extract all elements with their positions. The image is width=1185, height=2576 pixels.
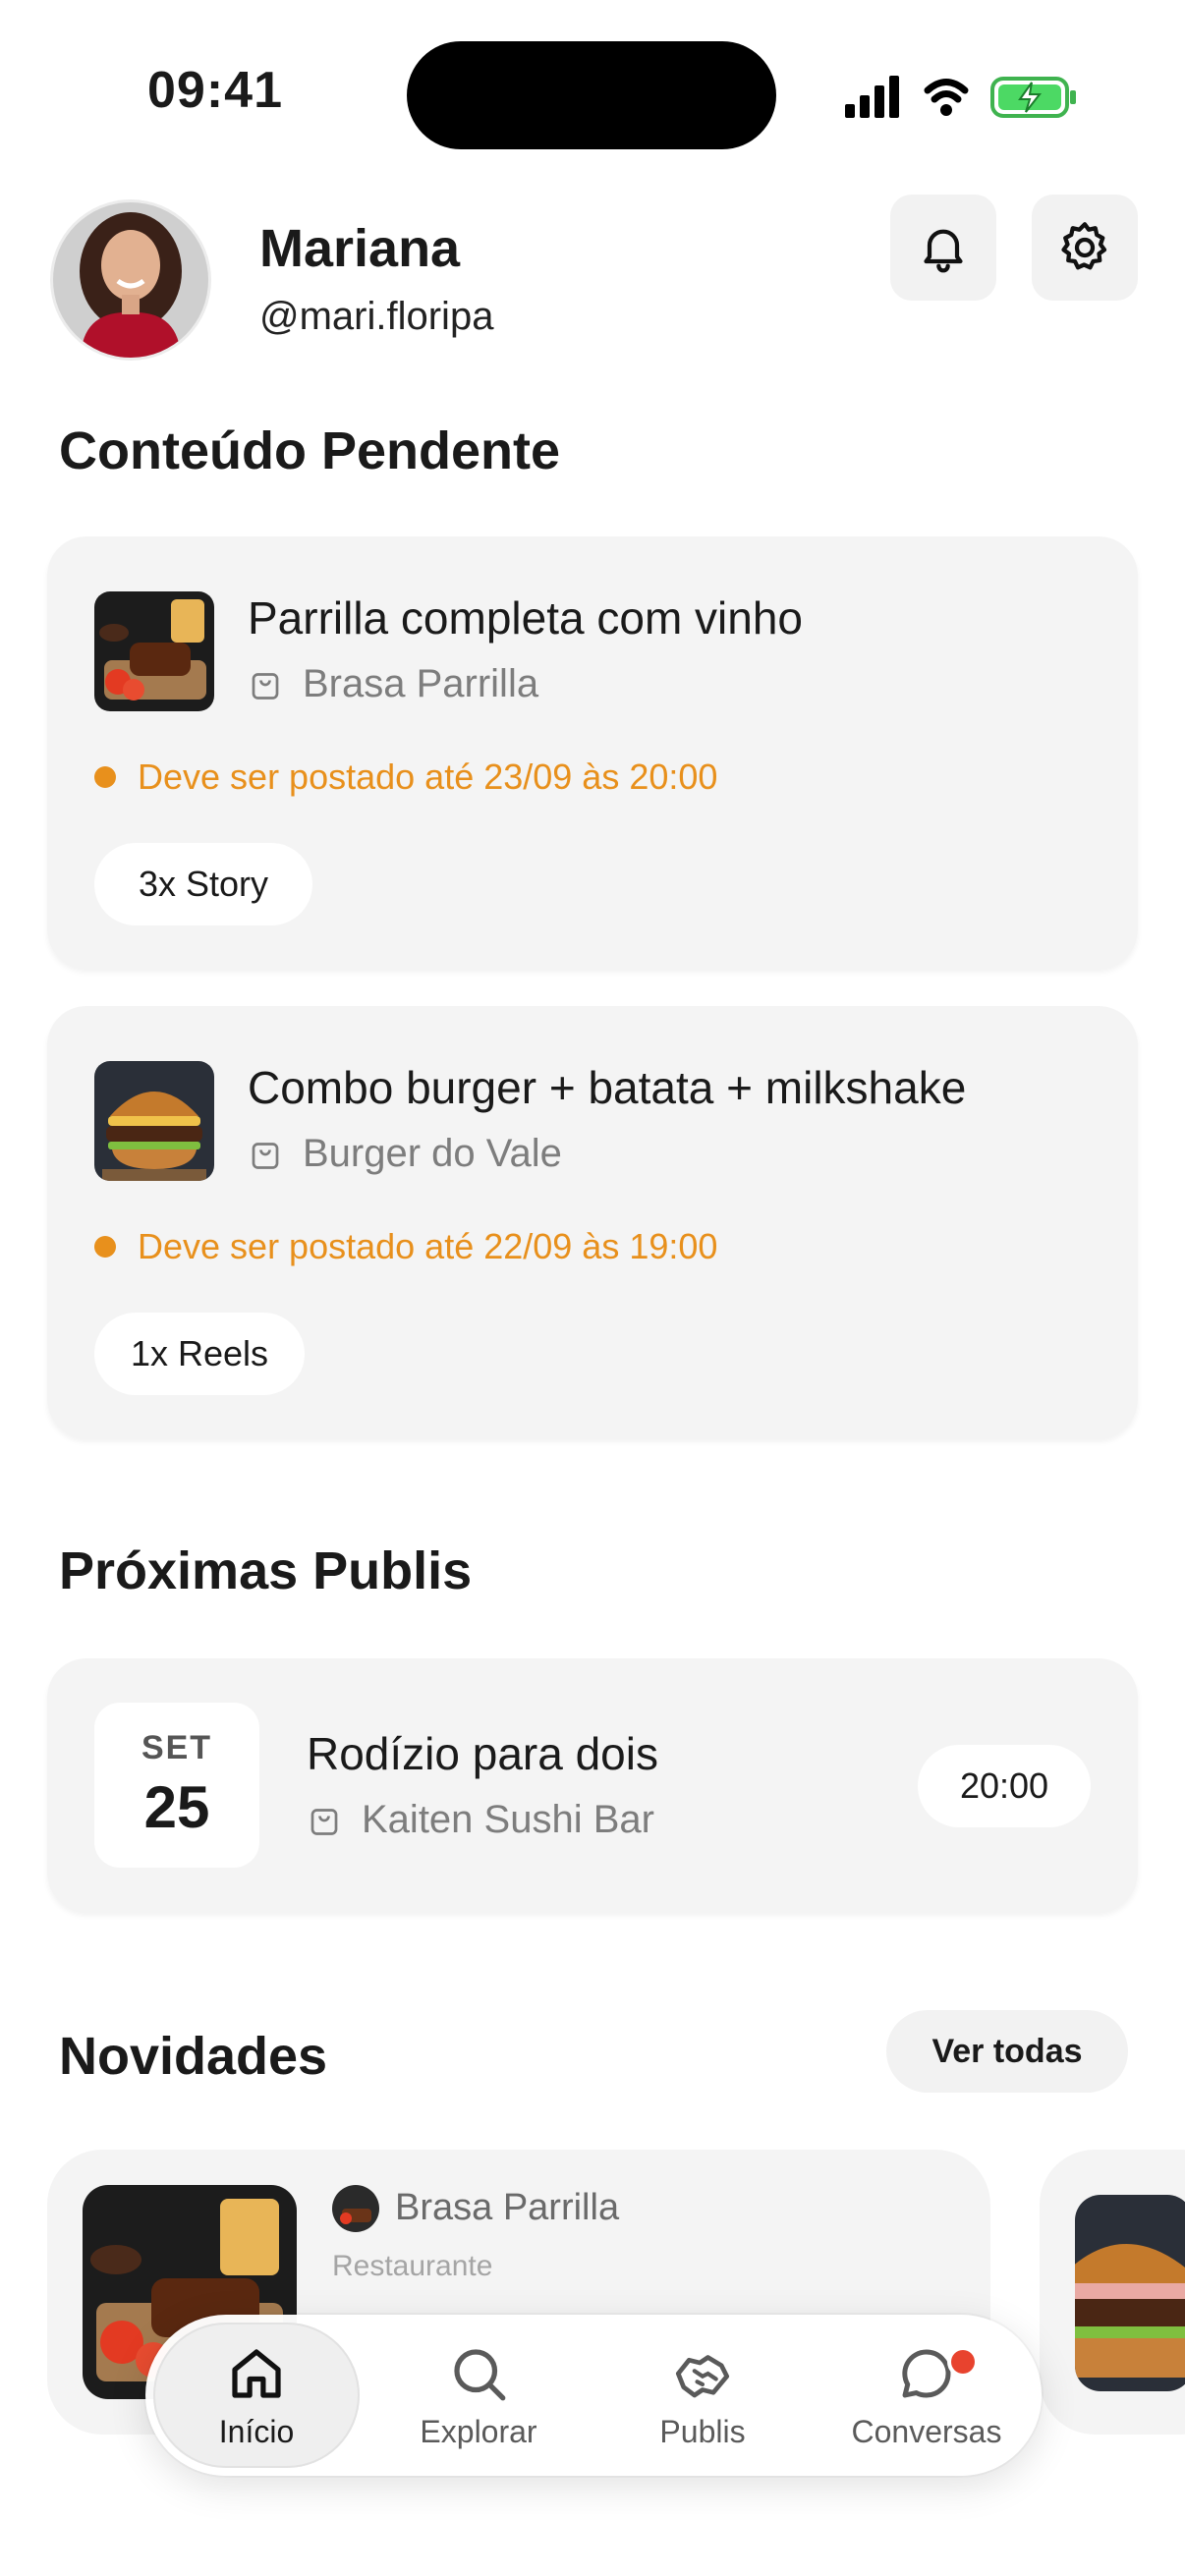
pending-card[interactable]: Parrilla completa com vinho Brasa Parril… bbox=[47, 536, 1138, 969]
upcoming-title: Rodízio para dois bbox=[307, 1728, 658, 1779]
upcoming-section-title: Próximas Publis bbox=[59, 1541, 473, 1600]
date-day: 25 bbox=[143, 1774, 210, 1840]
pending-section-title: Conteúdo Pendente bbox=[59, 421, 560, 480]
food-thumbnail bbox=[94, 1061, 214, 1181]
store-bag-icon bbox=[252, 1142, 279, 1169]
parrilla-photo bbox=[94, 591, 214, 711]
store-name: Burger do Vale bbox=[303, 1132, 562, 1175]
news-store-name: Brasa Parrilla bbox=[395, 2187, 620, 2228]
format-pill: 1x Reels bbox=[94, 1313, 305, 1395]
status-icons bbox=[845, 69, 1081, 124]
avatar[interactable] bbox=[53, 202, 208, 358]
see-all-button[interactable]: Ver todas bbox=[886, 2010, 1128, 2093]
dynamic-island bbox=[407, 41, 776, 149]
news-category: Restaurante bbox=[332, 2250, 493, 2282]
gear-icon bbox=[1061, 222, 1107, 270]
news-section-title: Novidades bbox=[59, 2027, 328, 2086]
store-logo bbox=[332, 2185, 379, 2232]
unread-badge bbox=[951, 2350, 975, 2374]
date-month: SET bbox=[141, 1729, 213, 1766]
deadline-dot bbox=[94, 766, 116, 788]
store-name: Kaiten Sushi Bar bbox=[362, 1798, 654, 1841]
nav-label: Explorar bbox=[420, 2413, 537, 2449]
burger-photo bbox=[94, 1061, 214, 1181]
nav-label: Conversas bbox=[851, 2413, 1002, 2449]
notifications-button[interactable] bbox=[890, 195, 996, 301]
profile-handle: @mari.floripa bbox=[259, 295, 494, 338]
store-bag-icon bbox=[252, 672, 279, 700]
date-box: SET 25 bbox=[94, 1703, 259, 1868]
deadline-row: Deve ser postado até 23/09 às 20:00 bbox=[94, 756, 717, 798]
settings-button[interactable] bbox=[1032, 195, 1138, 301]
store-bag-icon bbox=[310, 1808, 338, 1835]
nav-item-conversas[interactable]: Conversas bbox=[823, 2323, 1030, 2468]
nav-label: Início bbox=[218, 2413, 295, 2449]
profile-name: Mariana bbox=[259, 219, 461, 278]
burger-photo bbox=[1075, 2195, 1185, 2391]
pending-title: Combo burger + batata + milkshake bbox=[248, 1062, 967, 1113]
store-row: Burger do Vale bbox=[248, 1132, 562, 1176]
avatar-portrait-image bbox=[53, 202, 208, 358]
nav-item-explorar[interactable]: Explorar bbox=[375, 2323, 582, 2468]
pending-title: Parrilla completa com vinho bbox=[248, 592, 804, 644]
nav-label: Publis bbox=[659, 2413, 746, 2449]
store-name: Brasa Parrilla bbox=[303, 662, 539, 705]
status-time: 09:41 bbox=[147, 62, 283, 119]
store-row: Kaiten Sushi Bar bbox=[307, 1798, 654, 1842]
nav-item-publis[interactable]: Publis bbox=[599, 2323, 806, 2468]
search-icon bbox=[454, 2348, 506, 2400]
bell-icon bbox=[924, 229, 963, 273]
upcoming-card[interactable]: SET 25 Rodízio para dois Kaiten Sushi Ba… bbox=[47, 1658, 1138, 1912]
bottom-navigation: Início Explorar Publis Conversas bbox=[145, 2315, 1042, 2476]
home-icon bbox=[232, 2348, 281, 2398]
deadline-dot bbox=[94, 1236, 116, 1258]
store-avatar bbox=[332, 2185, 379, 2232]
deadline-text: Deve ser postado até 23/09 às 20:00 bbox=[138, 756, 718, 797]
news-card[interactable] bbox=[1040, 2150, 1185, 2435]
food-thumbnail bbox=[94, 591, 214, 711]
time-pill: 20:00 bbox=[918, 1745, 1091, 1827]
nav-item-inicio[interactable]: Início bbox=[153, 2323, 360, 2468]
handshake-icon bbox=[675, 2354, 730, 2397]
chat-icon bbox=[902, 2349, 951, 2397]
signal-wifi-battery-icons bbox=[845, 76, 1076, 118]
news-thumbnail bbox=[1075, 2195, 1185, 2391]
format-pill: 3x Story bbox=[94, 843, 312, 925]
deadline-text: Deve ser postado até 22/09 às 19:00 bbox=[138, 1226, 718, 1266]
store-row: Brasa Parrilla bbox=[248, 662, 538, 706]
deadline-row: Deve ser postado até 22/09 às 19:00 bbox=[94, 1226, 717, 1267]
pending-card[interactable]: Combo burger + batata + milkshake Burger… bbox=[47, 1006, 1138, 1438]
